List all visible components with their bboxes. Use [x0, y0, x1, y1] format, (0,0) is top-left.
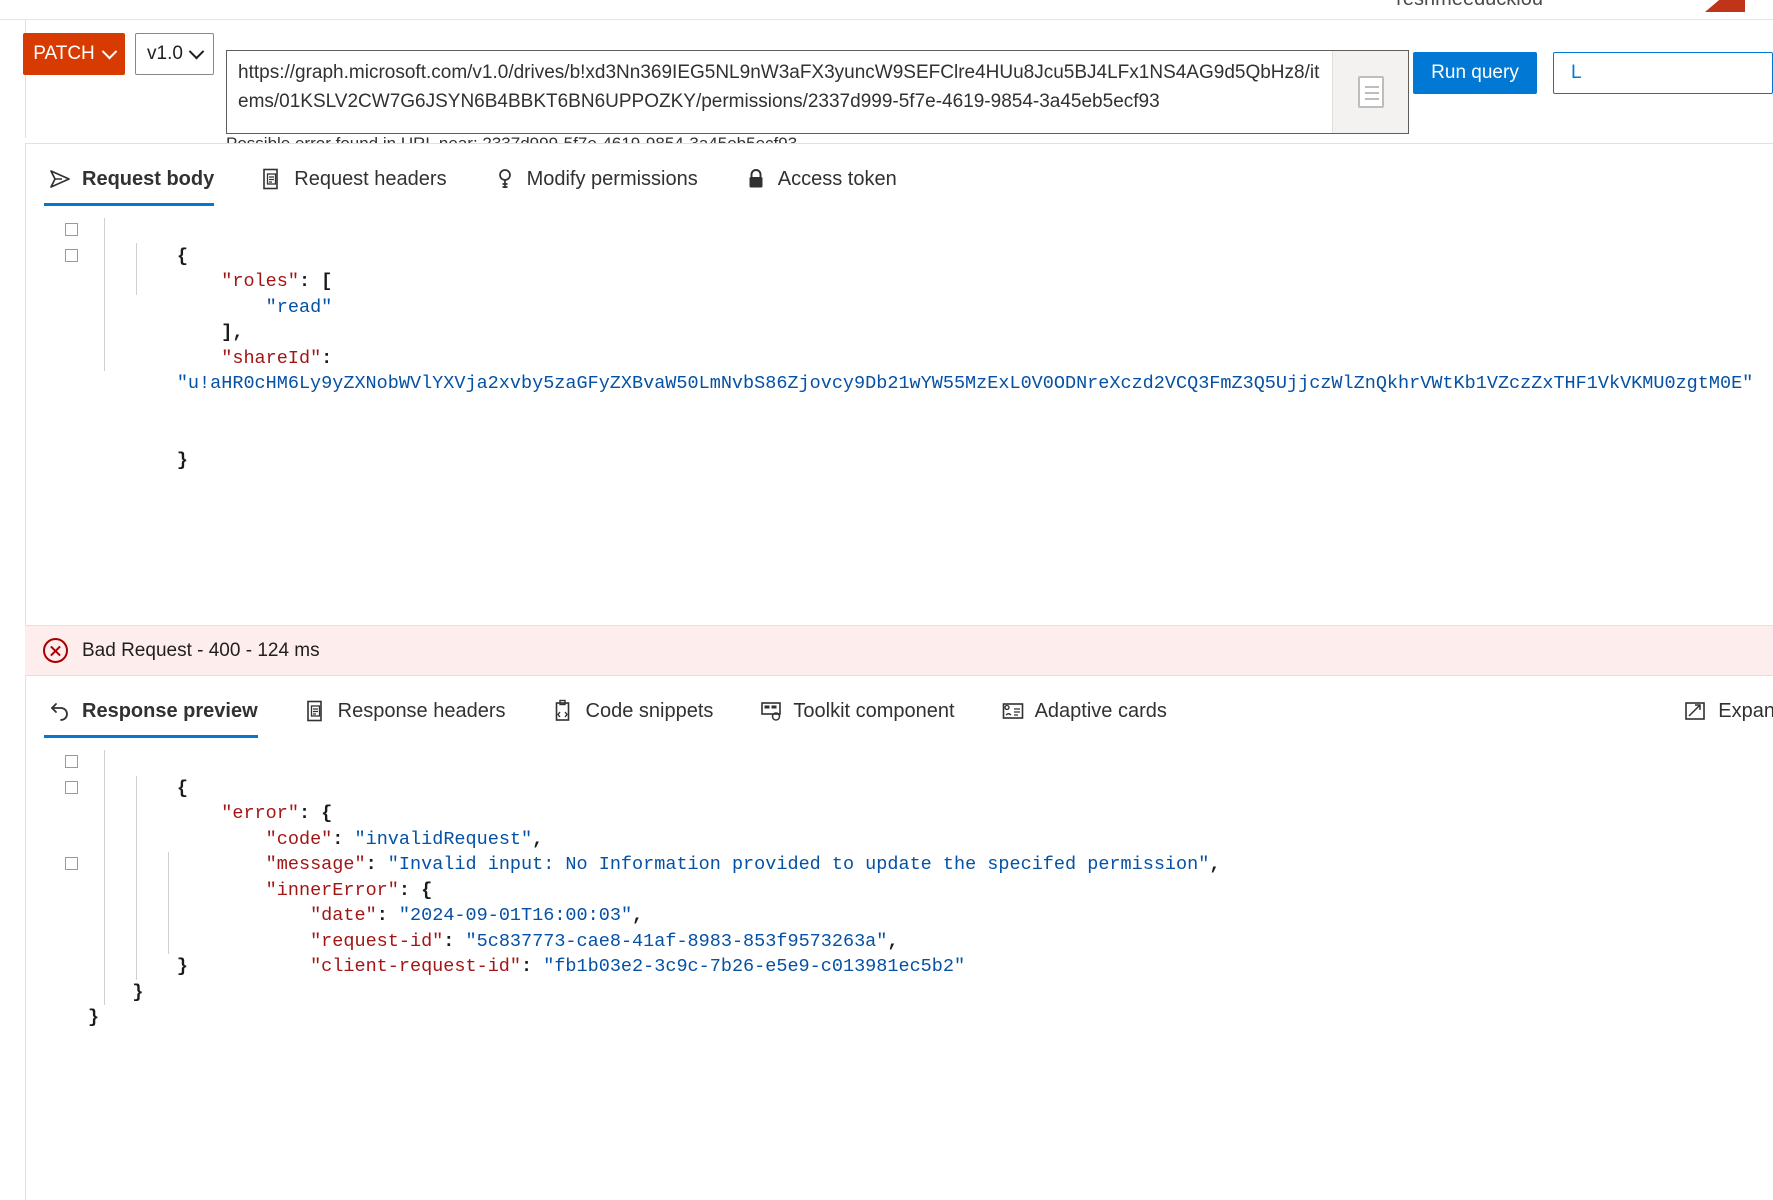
- fold-toggle[interactable]: [65, 223, 78, 236]
- code-line: "message": "Invalid input: No Informatio…: [265, 854, 1221, 875]
- tab-label: Code snippets: [585, 699, 714, 722]
- code-line: "code": "invalidRequest",: [265, 828, 544, 850]
- code-line: }: [88, 956, 188, 977]
- tab-request-headers[interactable]: Request headers: [256, 152, 462, 206]
- partial-account-label: resnmeeduckiou: [1396, 0, 1543, 11]
- code-line: "innerError": {: [26, 852, 1773, 901]
- fold-toggle[interactable]: [65, 857, 78, 870]
- request-body-editor[interactable]: { "roles": [ "read" ], "shareId": "u!aHR…: [26, 206, 1773, 471]
- chevron-down-icon: [101, 43, 118, 59]
- headers-document-icon: [263, 168, 279, 190]
- code-line: "shareId":: [221, 347, 333, 369]
- fold-toggle[interactable]: [65, 780, 78, 794]
- code-line: ],: [176, 322, 244, 343]
- code-line: {: [26, 750, 1773, 799]
- code-line: }: [88, 1007, 100, 1028]
- expand-label: Expan: [1718, 699, 1773, 722]
- code-clipboard-icon: [555, 699, 569, 721]
- open-documentation-button[interactable]: [1332, 51, 1408, 133]
- share-id-value: "u!aHR0cHM6Ly9yZXNobWVlYXVja2xvby5zaGFyZ…: [176, 373, 1754, 394]
- http-method-label: PATCH: [33, 43, 95, 64]
- top-partial-strip: resnmeeduckiou: [0, 0, 1773, 18]
- api-version-select[interactable]: v1.0: [135, 33, 214, 75]
- url-input[interactable]: [227, 51, 1332, 133]
- undo-arrow-icon: [51, 703, 68, 721]
- response-tabstrip: Response preview Response headers Code s…: [26, 676, 1773, 738]
- tab-label: Modify permissions: [526, 167, 698, 190]
- error-circle-icon: [43, 638, 68, 663]
- request-panel: Request body Request headers Modify perm…: [25, 143, 1773, 626]
- key-icon: [498, 169, 511, 188]
- tab-label: Response headers: [337, 699, 506, 722]
- expand-response-button[interactable]: Expan: [1677, 698, 1773, 724]
- tab-label: Request body: [82, 167, 215, 190]
- fold-toggle[interactable]: [65, 755, 78, 768]
- tab-label: Access token: [777, 167, 897, 190]
- query-bar: PATCH v1.0 Run query L Possible error fo…: [0, 19, 1773, 153]
- http-method-select[interactable]: PATCH: [23, 33, 125, 75]
- tab-adaptive-cards[interactable]: Adaptive cards: [997, 684, 1183, 738]
- code-line: "roles": [: [26, 244, 1773, 292]
- chevron-down-icon: [188, 43, 205, 59]
- toolkit-icon: [761, 702, 782, 721]
- tab-label: Toolkit component: [793, 699, 955, 722]
- code-line: "date": "2024-09-01T16:00:03",: [310, 905, 644, 926]
- run-query-button[interactable]: Run query: [1413, 52, 1537, 94]
- lock-icon: [749, 169, 763, 188]
- code-line: }: [88, 981, 144, 1003]
- partial-decoration: [1705, 0, 1745, 12]
- tab-response-preview[interactable]: Response preview: [44, 684, 274, 738]
- headers-document-icon: [306, 700, 322, 722]
- tab-response-headers[interactable]: Response headers: [300, 684, 522, 738]
- tab-request-body[interactable]: Request body: [44, 152, 230, 206]
- response-status-bar: Bad Request - 400 - 124 ms: [25, 626, 1773, 675]
- tab-toolkit-component[interactable]: Toolkit component: [755, 684, 970, 738]
- code-line: "read": [26, 269, 1773, 318]
- graph-explorer-page: resnmeeduckiou PATCH v1.0 Run query L Po…: [0, 0, 1773, 1200]
- send-icon: [50, 170, 70, 188]
- code-line: }: [176, 449, 188, 471]
- code-line: "error": {: [26, 776, 1773, 824]
- request-tabstrip: Request body Request headers Modify perm…: [26, 144, 1773, 206]
- expand-icon: [1685, 702, 1706, 720]
- code-line: "u!aHR0cHM6Ly9yZXNobWVlYXVja2xvby5zaGFyZ…: [26, 346, 1773, 423]
- tab-modify-permissions[interactable]: Modify permissions: [489, 152, 714, 206]
- tab-code-snippets[interactable]: Code snippets: [548, 684, 730, 738]
- api-version-label: v1.0: [147, 43, 183, 64]
- document-icon: [1357, 76, 1384, 108]
- response-panel: Response preview Response headers Code s…: [25, 675, 1773, 1200]
- tab-label: Request headers: [294, 167, 447, 190]
- fold-toggle[interactable]: [65, 248, 78, 262]
- card-icon: [1002, 703, 1023, 719]
- tab-label: Response preview: [82, 699, 258, 722]
- code-line: "request-id": "5c837773-cae8-41af-8983-8…: [310, 930, 899, 952]
- url-field-wrapper[interactable]: [226, 50, 1409, 134]
- response-body-viewer[interactable]: { "error": { "code": "invalidRequest", "…: [26, 738, 1773, 1031]
- tab-label: Adaptive cards: [1034, 699, 1167, 722]
- share-query-button[interactable]: L: [1553, 52, 1773, 94]
- code-line: {: [26, 218, 1773, 267]
- code-line: "client-request-id": "fb1b03e2-3c9c-7b26…: [310, 956, 966, 977]
- status-message: Bad Request - 400 - 124 ms: [82, 639, 320, 661]
- tab-access-token[interactable]: Access token: [740, 152, 913, 206]
